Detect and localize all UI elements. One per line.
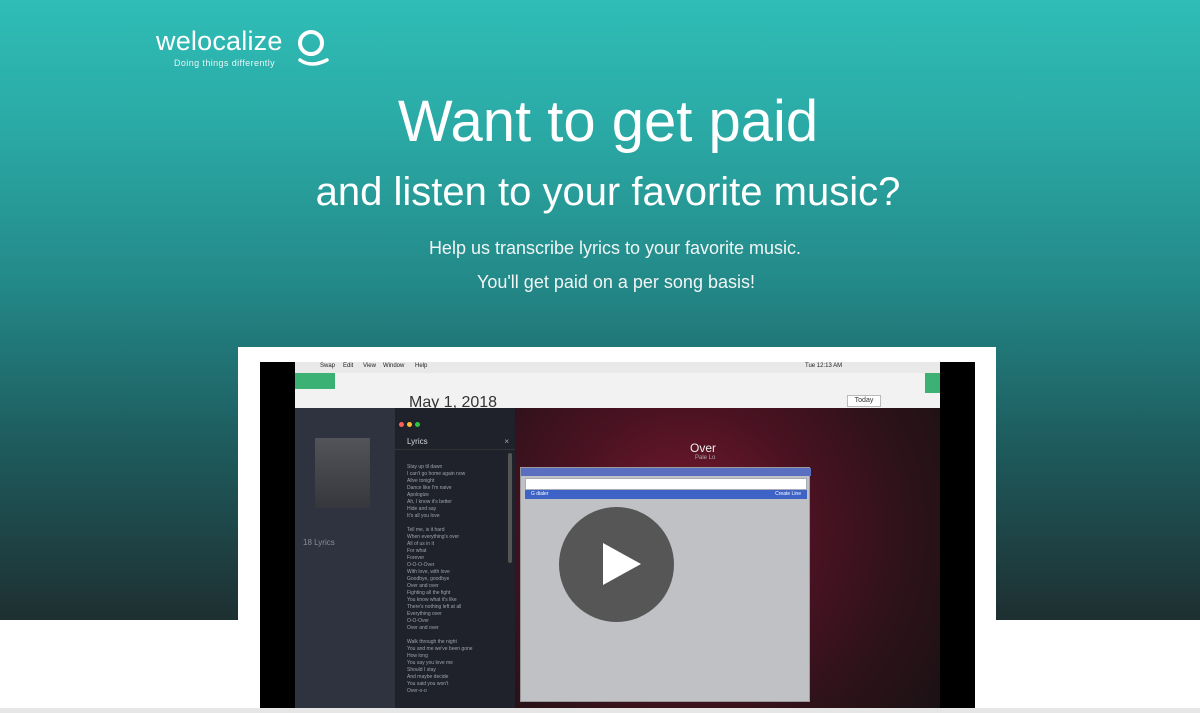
menu-item: Edit	[343, 363, 354, 369]
welocalize-logo[interactable]: welocalize Doing things differently	[156, 26, 336, 72]
window-controls	[399, 414, 423, 432]
song-title: Over	[690, 441, 717, 455]
close-dot-icon	[399, 422, 404, 427]
dialog-row-right: Create Line	[775, 491, 801, 497]
calendar-today-button: Today	[847, 395, 881, 407]
play-icon	[603, 543, 641, 585]
menu-item: Window	[383, 363, 405, 369]
lyrics-text: Stay up til dawn I can't go home again n…	[407, 464, 473, 694]
hero-description-line1: Help us transcribe lyrics to your favori…	[428, 238, 802, 258]
logo-tagline: Doing things differently	[174, 58, 275, 68]
calendar-toolbar-accent	[295, 373, 335, 389]
menu-app-name: Swap	[320, 363, 336, 369]
menu-item: Help	[415, 363, 428, 369]
lyrics-header: Lyrics ×	[395, 434, 515, 450]
lyrics-panel: Lyrics × Stay up til dawn I can't go hom…	[395, 408, 515, 713]
logo-q-icon	[298, 30, 329, 66]
minimize-dot-icon	[407, 422, 412, 427]
lyrics-scrollbar	[508, 453, 512, 563]
album-art	[315, 438, 370, 508]
song-artist: Pale Lo	[695, 455, 716, 461]
lyrics-title: Lyrics	[407, 437, 428, 446]
zoom-dot-icon	[415, 422, 420, 427]
dialog-titlebar	[521, 468, 811, 476]
menu-item: View	[363, 363, 376, 369]
page-bottom-divider	[0, 708, 1200, 713]
play-button[interactable]	[559, 507, 674, 622]
hero-headline: Want to get paid	[397, 89, 819, 154]
dialog-input	[525, 478, 807, 490]
hero-subheadline: and listen to your favorite music?	[315, 170, 901, 214]
close-icon: ×	[504, 437, 509, 446]
dialog-row-left: G dialer	[531, 491, 549, 497]
video-player[interactable]: Swap Edit View Window Help Tue 12:13 AM …	[260, 362, 975, 713]
menu-clock: Tue 12:13 AM	[805, 363, 843, 369]
logo-wordmark: welocalize	[156, 26, 283, 56]
dialog-selected-row: G dialer Create Line	[525, 490, 807, 499]
hero-description-line2: You'll get paid on a per song basis!	[477, 272, 755, 292]
calendar-side-accent	[925, 373, 940, 393]
mac-menu-bar: Swap Edit View Window Help Tue 12:13 AM	[295, 362, 940, 373]
music-sidebar: 18 Lyrics	[295, 408, 395, 713]
sidebar-label: 18 Lyrics	[303, 538, 335, 547]
